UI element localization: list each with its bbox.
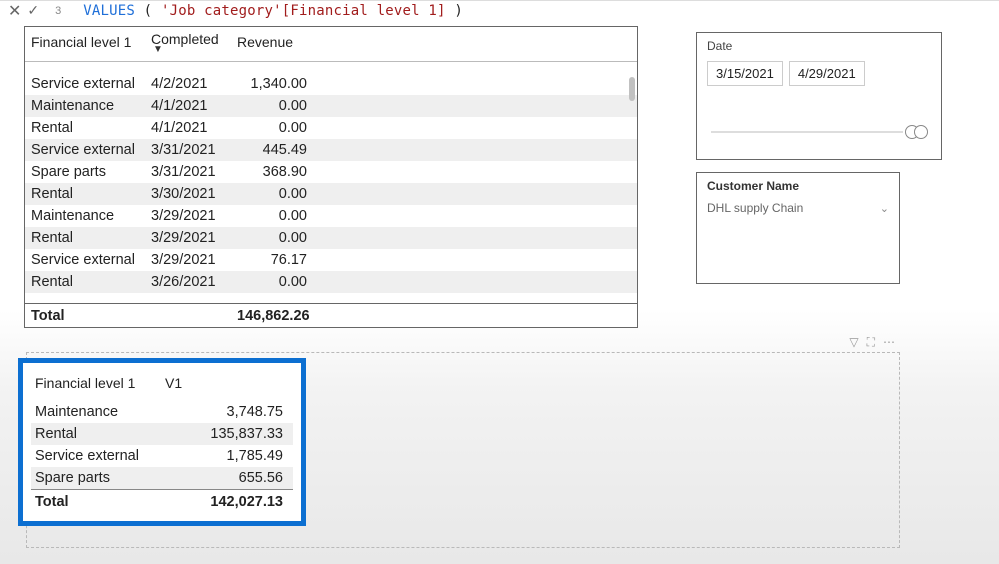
table-row[interactable]: Spare parts3/31/2021368.90 [25, 161, 637, 183]
cell-value: 1,785.49 [161, 445, 293, 467]
cell-category: Rental [25, 117, 145, 139]
cell-category: Service external [25, 249, 145, 271]
cell-category: Service external [25, 139, 145, 161]
cell-category: Rental [31, 423, 161, 445]
cell-category: Spare parts [25, 161, 145, 183]
chevron-down-icon: ⌄ [880, 202, 889, 215]
cell-category: Rental [25, 183, 145, 205]
summary-total-label: Total [31, 490, 161, 514]
customer-slicer[interactable]: Customer Name DHL supply Chain ⌄ [696, 172, 900, 284]
table-row[interactable]: Service external3/29/202176.17 [25, 249, 637, 271]
col-revenue[interactable]: Revenue [231, 27, 321, 55]
cell-revenue: 0.00 [231, 117, 321, 139]
cell-revenue: 368.90 [231, 161, 321, 183]
cell-category: Maintenance [25, 95, 145, 117]
customer-selected-value: DHL supply Chain [707, 201, 803, 215]
total-value: 146,862.26 [231, 304, 321, 328]
cell-category: Spare parts [31, 467, 161, 490]
table-row[interactable]: Service external1,785.49 [31, 445, 293, 467]
cell-date: 4/2/2021 [145, 73, 231, 95]
cell-revenue: 76.17 [231, 249, 321, 271]
cell-revenue: 0.00 [231, 95, 321, 117]
cell-category: Maintenance [31, 401, 161, 423]
table-row[interactable]: Spare parts655.56 [31, 467, 293, 490]
col-financial-level[interactable]: Financial level 1 [25, 27, 145, 55]
cell-date: 3/26/2021 [145, 271, 231, 293]
cell-date: 4/1/2021 [145, 117, 231, 139]
date-slicer[interactable]: Date 3/15/2021 4/29/2021 [696, 32, 942, 160]
table-row[interactable]: Maintenance4/1/20210.00 [25, 95, 637, 117]
detail-table-visual[interactable]: Financial level 1 Completed ▼ Revenue Se… [24, 26, 638, 328]
table-row[interactable]: Maintenance3,748.75 [31, 401, 293, 423]
cell-category: Maintenance [25, 205, 145, 227]
cell-category: Rental [25, 271, 145, 293]
cell-date: 3/30/2021 [145, 183, 231, 205]
table-row[interactable]: Rental135,837.33 [31, 423, 293, 445]
cell-revenue: 445.49 [231, 139, 321, 161]
total-label: Total [25, 304, 145, 328]
cell-date: 4/1/2021 [145, 95, 231, 117]
cell-revenue: 0.00 [231, 227, 321, 249]
table-row[interactable]: Service external3/31/2021445.49 [25, 139, 637, 161]
date-slicer-label: Date [707, 39, 931, 53]
cell-revenue: 0.00 [231, 205, 321, 227]
cell-date: 3/31/2021 [145, 139, 231, 161]
date-from-input[interactable]: 3/15/2021 [707, 61, 783, 86]
sort-desc-icon: ▼ [153, 47, 225, 53]
table-row[interactable]: Maintenance3/29/20210.00 [25, 205, 637, 227]
summary-total-value: 142,027.13 [161, 490, 293, 514]
cell-category: Rental [25, 227, 145, 249]
col-completed[interactable]: Completed ▼ [145, 27, 231, 55]
customer-slicer-label: Customer Name [707, 179, 889, 193]
date-slider-track[interactable] [711, 131, 903, 133]
table-row[interactable]: Service external4/2/20211,340.00 [25, 73, 637, 95]
cell-value: 3,748.75 [161, 401, 293, 423]
formula-text[interactable]: VALUES ( 'Job category'[Financial level … [83, 3, 463, 19]
cell-value: 135,837.33 [161, 423, 293, 445]
cell-date: 3/29/2021 [145, 227, 231, 249]
cancel-formula-icon[interactable]: ✕ [8, 1, 21, 21]
cell-category: Service external [31, 445, 161, 467]
more-options-icon[interactable]: ⋯ [883, 335, 895, 350]
formula-line-number: 3 [55, 5, 61, 17]
formula-bar: ✕ ✓ 3 VALUES ( 'Job category'[Financial … [0, 0, 999, 20]
cell-value: 655.56 [161, 467, 293, 490]
table-row[interactable]: Rental3/26/20210.00 [25, 271, 637, 293]
focus-mode-icon[interactable]: ⛶ [867, 335, 875, 350]
cell-revenue: 0.00 [231, 271, 321, 293]
filter-icon[interactable]: ▽ [849, 335, 858, 350]
cell-date: 3/29/2021 [145, 205, 231, 227]
table-row[interactable]: Rental4/1/20210.00 [25, 117, 637, 139]
table-row[interactable]: Rental3/30/20210.00 [25, 183, 637, 205]
cell-category: Service external [25, 73, 145, 95]
cell-date: 3/31/2021 [145, 161, 231, 183]
visual-header-toolbar: ▽ ⛶ ⋯ [849, 335, 895, 350]
scrollbar[interactable] [629, 77, 635, 293]
summary-col-financial[interactable]: Financial level 1 [31, 369, 161, 401]
customer-dropdown[interactable]: DHL supply Chain ⌄ [707, 199, 889, 217]
cell-revenue: 1,340.00 [231, 73, 321, 95]
date-to-input[interactable]: 4/29/2021 [789, 61, 865, 86]
summary-table-highlight: Financial level 1 V1 Maintenance3,748.75… [18, 358, 306, 526]
summary-col-v1[interactable]: V1 [161, 369, 293, 401]
date-slider-handle[interactable] [905, 125, 929, 141]
table-row[interactable]: Rental3/29/20210.00 [25, 227, 637, 249]
commit-formula-icon[interactable]: ✓ [27, 2, 39, 19]
cell-revenue: 0.00 [231, 183, 321, 205]
cell-date: 3/29/2021 [145, 249, 231, 271]
